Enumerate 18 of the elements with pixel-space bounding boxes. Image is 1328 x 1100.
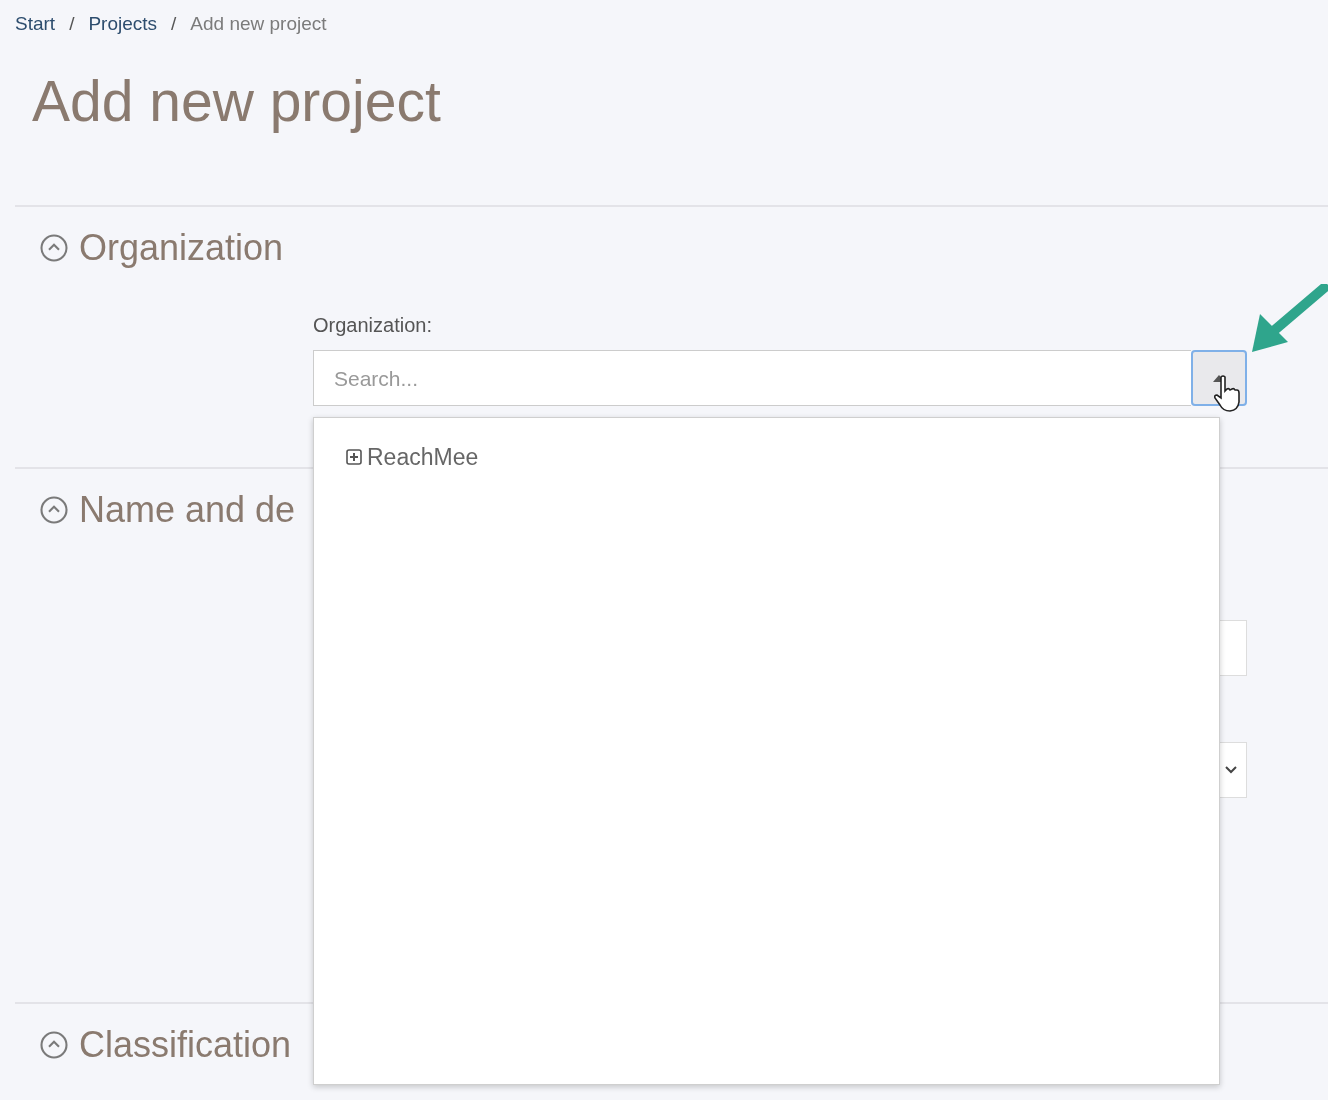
collapse-icon[interactable] [39, 1029, 69, 1060]
section-heading[interactable]: Organization [79, 226, 284, 269]
breadcrumb-current: Add new project [190, 12, 327, 36]
search-field[interactable]: Search... [313, 350, 1191, 407]
breadcrumb-link[interactable]: Projects [88, 10, 158, 39]
collapse-icon[interactable] [39, 494, 69, 525]
hand-cursor-icon [1212, 374, 1242, 414]
collapse-icon[interactable] [39, 232, 69, 263]
tree-item[interactable]: ReachMee [346, 440, 479, 475]
breadcrumb-link[interactable]: Start [15, 10, 56, 39]
section-heading[interactable]: Classification [79, 1023, 292, 1066]
page-title: Add new project [32, 67, 442, 135]
plus-box-icon[interactable] [346, 449, 362, 466]
section-heading[interactable]: Name and de [79, 488, 296, 531]
field-label: Organization: [313, 313, 433, 339]
breadcrumb-separator: / [171, 12, 177, 36]
chevron-down-icon [1224, 765, 1238, 776]
breadcrumb-separator: / [69, 12, 75, 36]
